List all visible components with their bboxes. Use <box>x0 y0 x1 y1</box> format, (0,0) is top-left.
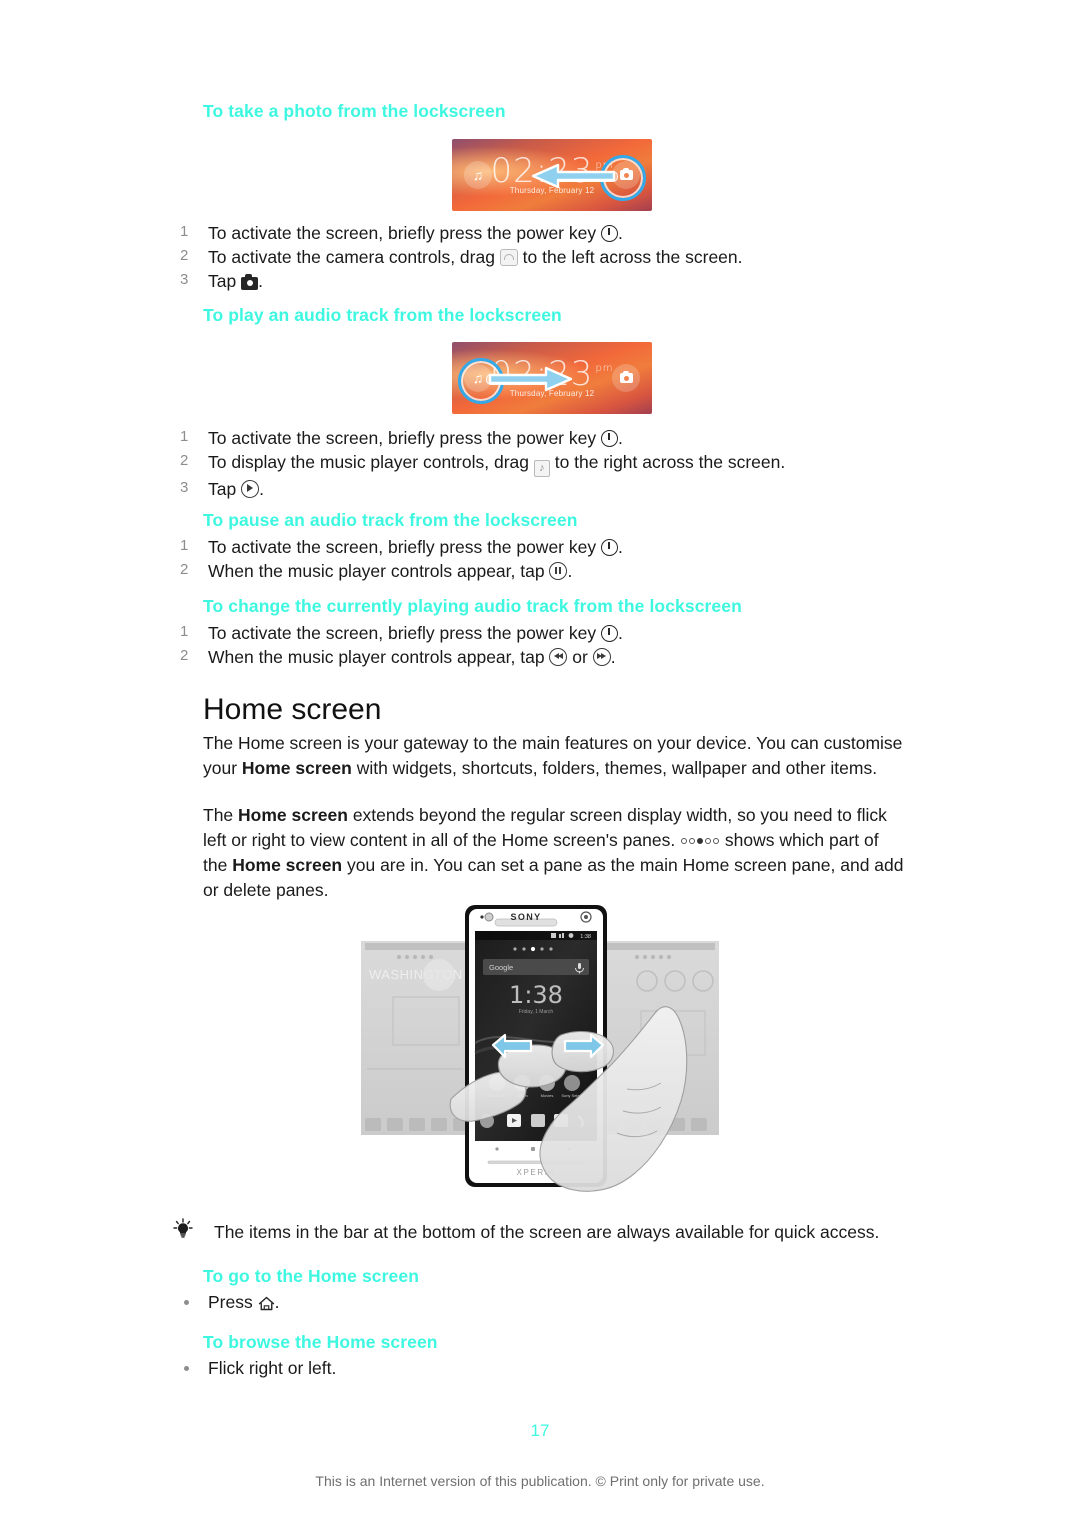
music-note-icon: ♫ <box>464 161 492 189</box>
steps-pause-audio: 1 To activate the screen, briefly press t… <box>180 536 940 584</box>
legal-notice: This is an Internet version of this publ… <box>315 1473 765 1489</box>
bullet-item: Press . <box>180 1291 880 1314</box>
step-item: 2 When the music player controls appear, … <box>180 560 573 581</box>
camera-handle-icon <box>499 248 518 266</box>
tip-text: The items in the bar at the bottom of th… <box>214 1222 880 1242</box>
power-key-icon <box>600 430 618 447</box>
section-heading-go-home: To go to the Home screen <box>203 1266 419 1286</box>
bold-home-screen: Home screen <box>241 757 352 778</box>
power-key-icon <box>600 539 618 556</box>
bold-home-screen: Home screen <box>238 805 348 825</box>
bold-home-screen: Home screen <box>232 854 343 875</box>
lockscreen-figure-camera: 02:23pm Thursday, February 12 ♫ <box>452 139 652 211</box>
home-screen-paragraph-1: The Home screen is your gateway to the m… <box>203 733 903 778</box>
phone-home-screen-figure: WASHINGTON SONY 1:38 Google 1:38 Friday,… <box>355 893 725 1208</box>
steps-change-track: 1 To activate the screen, briefly press t… <box>180 622 940 670</box>
light-bulb-icon <box>172 1218 194 1245</box>
status-bar-time: 1:38 <box>580 934 591 940</box>
drag-arrow-right-icon <box>488 366 574 397</box>
home-screen-paragraph-2: The Home screen extends beyond the regul… <box>203 805 904 900</box>
bullets-browse-home: Flick right or left. <box>180 1357 880 1381</box>
step-item: 1 To activate the screen, briefly press t… <box>180 623 623 643</box>
svg-text:Movies: Movies <box>541 1093 554 1098</box>
previous-track-icon <box>549 647 568 666</box>
sony-brand-label: SONY <box>510 912 541 922</box>
drag-arrow-left-icon <box>530 163 616 194</box>
power-key-icon <box>600 625 618 642</box>
music-note-icon: ♪ <box>533 459 550 477</box>
phone-clock-widget: 1:38 <box>509 981 563 1009</box>
bullet-dot <box>184 1300 189 1305</box>
bullet-item: Flick right or left. <box>180 1357 880 1380</box>
pause-icon <box>549 561 568 580</box>
step-item: 1 To activate the screen, briefly press t… <box>180 223 623 243</box>
step-item: 1 To activate the screen, briefly press t… <box>180 428 623 448</box>
pane-indicator-dots-icon <box>680 837 720 844</box>
bullets-go-home: Press . <box>180 1291 880 1315</box>
section-heading-pause-audio: To pause an audio track from the lockscr… <box>203 510 578 530</box>
page-number: 17 <box>530 1421 550 1440</box>
document-page: To take a photo from the lockscreen 02:2… <box>0 0 1080 1527</box>
step-item: 3 Tap . <box>180 270 263 291</box>
section-heading-take-photo: To take a photo from the lockscreen <box>203 101 506 121</box>
camera-icon <box>241 273 259 290</box>
section-heading-play-audio: To play an audio track from the lockscre… <box>203 305 562 325</box>
step-item: 2 To activate the camera controls, drag t… <box>180 246 743 267</box>
bullet-dot <box>184 1366 189 1371</box>
camera-icon <box>612 364 640 392</box>
lockscreen-figure-music: 02:23pm Thursday, February 12 ♫ <box>452 342 652 414</box>
power-key-icon <box>600 225 618 242</box>
section-heading-change-track: To change the currently playing audio tr… <box>203 596 742 616</box>
step-item: 1 To activate the screen, briefly press t… <box>180 537 623 557</box>
steps-take-photo: 1 To activate the screen, briefly press t… <box>180 222 940 293</box>
step-item: 2 When the music player controls appear, … <box>180 646 616 667</box>
step-item: 2 To display the music player controls, d… <box>180 451 940 477</box>
play-icon <box>241 479 260 498</box>
section-heading-browse-home: To browse the Home screen <box>203 1332 438 1352</box>
page-title-home-screen: Home screen <box>203 693 382 726</box>
steps-play-audio: 1 To activate the screen, briefly press t… <box>180 427 940 502</box>
svg-text:Friday, 1 March: Friday, 1 March <box>519 1009 554 1015</box>
home-key-icon <box>258 1292 275 1312</box>
next-track-icon <box>592 647 611 666</box>
step-item: 3 Tap . <box>180 478 264 499</box>
google-search-placeholder: Google <box>489 963 513 972</box>
